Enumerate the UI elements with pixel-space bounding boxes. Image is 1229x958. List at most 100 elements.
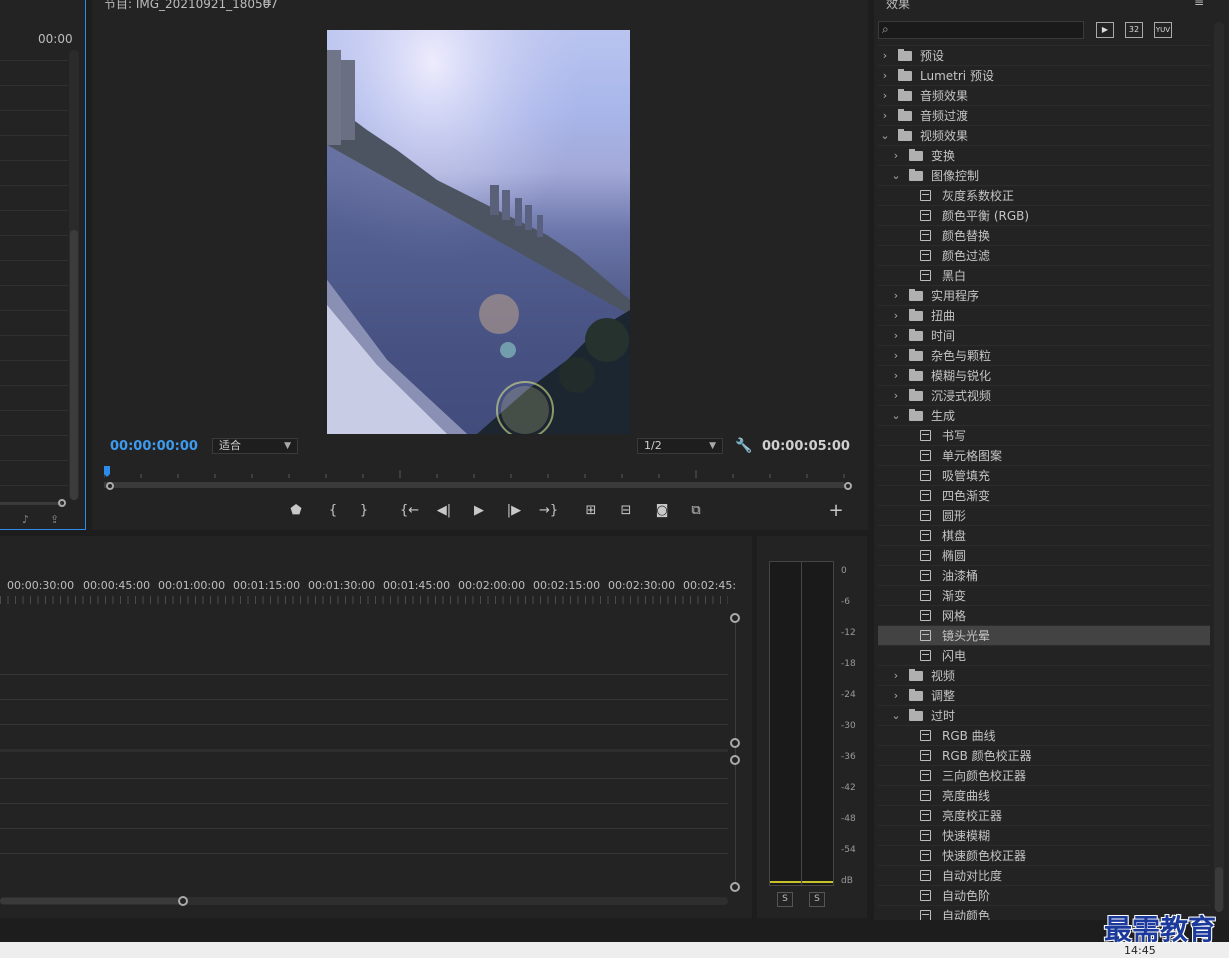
marker-icon[interactable]: ⬟ [287, 502, 305, 520]
hamburger-icon[interactable]: ≡ [1194, 0, 1204, 9]
chevron-down-icon[interactable]: ⌄ [880, 126, 890, 146]
effect-item[interactable]: 棋盘 [878, 525, 1210, 545]
effect-item[interactable]: 单元格图案 [878, 445, 1210, 465]
current-timecode[interactable]: 00:00:00:00 [110, 439, 198, 454]
effect-item[interactable]: 亮度校正器 [878, 805, 1210, 825]
effect-item[interactable]: RGB 颜色校正器 [878, 745, 1210, 765]
chevron-right-icon[interactable]: › [880, 86, 890, 106]
go-to-out-icon[interactable]: →} [539, 502, 558, 520]
effect-item[interactable]: 亮度曲线 [878, 785, 1210, 805]
scrollbar-thumb[interactable] [0, 898, 180, 904]
effect-item[interactable]: 四色渐变 [878, 485, 1210, 505]
scrub-start-handle[interactable] [106, 482, 114, 490]
effect-folder[interactable]: › 实用程序 [878, 285, 1210, 305]
camera-icon[interactable]: ◙ [653, 502, 671, 520]
insert-icon[interactable]: ⊞ [582, 502, 600, 520]
scrollbar-thumb[interactable] [70, 230, 78, 500]
effect-item[interactable]: 自动色阶 [878, 885, 1210, 905]
chevron-right-icon[interactable]: › [891, 146, 901, 166]
go-to-in-icon[interactable]: {← [400, 502, 419, 520]
chevron-right-icon[interactable]: › [880, 46, 890, 66]
chevron-down-icon[interactable]: ⌄ [891, 706, 901, 726]
effect-folder[interactable]: › Lumetri 预设 [878, 65, 1210, 85]
effect-folder[interactable]: › 音频效果 [878, 85, 1210, 105]
effect-item[interactable]: 圆形 [878, 505, 1210, 525]
solo-button-left[interactable]: S [777, 892, 793, 907]
scrub-end-handle[interactable] [844, 482, 852, 490]
effect-folder[interactable]: › 沉浸式视频 [878, 385, 1210, 405]
accelerated-effects-icon[interactable]: ▶ [1096, 22, 1114, 38]
overwrite-icon[interactable]: ⊟ [617, 502, 635, 520]
yuv-icon[interactable]: YUV [1154, 22, 1172, 38]
chevron-right-icon[interactable]: › [891, 326, 901, 346]
effect-item[interactable]: 颜色平衡 (RGB) [878, 205, 1210, 225]
effect-item[interactable]: 快速颜色校正器 [878, 845, 1210, 865]
effect-item[interactable]: 网格 [878, 605, 1210, 625]
chevron-right-icon[interactable]: › [891, 306, 901, 326]
chevron-right-icon[interactable]: › [891, 686, 901, 706]
fit-dropdown[interactable]: 适合 ▼ [212, 438, 298, 454]
effect-folder[interactable]: › 预设 [878, 45, 1210, 65]
32bit-icon[interactable]: 32 [1125, 22, 1143, 38]
zoom-handle[interactable] [178, 896, 188, 906]
effect-item[interactable]: RGB 曲线 [878, 725, 1210, 745]
monitor-time-ruler[interactable] [103, 466, 848, 488]
resolution-dropdown[interactable]: 1/2 ▼ [637, 438, 723, 454]
play-icon[interactable]: ▶ [470, 502, 488, 520]
effect-folder[interactable]: › 调整 [878, 685, 1210, 705]
effect-item[interactable]: 黑白 [878, 265, 1210, 285]
step-forward-icon[interactable]: |▶ [505, 502, 523, 520]
wrench-icon[interactable]: 🔧 [735, 438, 752, 454]
add-icon[interactable]: + [827, 502, 845, 520]
effect-item[interactable]: 油漆桶 [878, 565, 1210, 585]
compare-icon[interactable]: ⧉ [687, 502, 705, 520]
effect-item[interactable]: 镜头光晕 [878, 625, 1210, 645]
scroll-handle[interactable] [730, 755, 740, 765]
effects-search-input[interactable]: ⌕ [878, 21, 1084, 39]
effect-folder[interactable]: › 视频 [878, 665, 1210, 685]
effect-item[interactable]: 颜色过滤 [878, 245, 1210, 265]
effect-folder[interactable]: › 时间 [878, 325, 1210, 345]
scrollbar-thumb[interactable] [1215, 867, 1223, 912]
effect-folder[interactable]: › 扭曲 [878, 305, 1210, 325]
mark-in-icon[interactable]: { [324, 502, 342, 520]
chevron-down-icon[interactable]: ⌄ [891, 406, 901, 426]
scroll-handle[interactable] [730, 882, 740, 892]
effect-item[interactable]: 三向颜色校正器 [878, 765, 1210, 785]
effect-item[interactable]: 颜色替换 [878, 225, 1210, 245]
effect-folder[interactable]: › 杂色与颗粒 [878, 345, 1210, 365]
mark-out-icon[interactable]: } [355, 502, 373, 520]
effect-item[interactable]: 闪电 [878, 645, 1210, 665]
zoom-handle[interactable] [58, 499, 66, 507]
step-back-icon[interactable]: ◀| [435, 502, 453, 520]
effect-folder[interactable]: › 音频过渡 [878, 105, 1210, 125]
effect-item[interactable]: 椭圆 [878, 545, 1210, 565]
solo-button-right[interactable]: S [809, 892, 825, 907]
effect-item[interactable]: 灰度系数校正 [878, 185, 1210, 205]
vertical-scrollbar[interactable] [69, 50, 79, 500]
effect-folder[interactable]: ⌄ 生成 [878, 405, 1210, 425]
zoom-track[interactable] [0, 502, 62, 505]
effects-scrollbar[interactable] [1214, 22, 1224, 912]
scroll-handle[interactable] [730, 613, 740, 623]
chevron-right-icon[interactable]: › [880, 106, 890, 126]
hamburger-icon[interactable]: ≡ [262, 0, 272, 9]
audio-icon[interactable]: ♪ [22, 513, 29, 526]
effect-item[interactable]: 渐变 [878, 585, 1210, 605]
effect-folder[interactable]: › 模糊与锐化 [878, 365, 1210, 385]
chevron-down-icon[interactable]: ⌄ [891, 166, 901, 186]
effect-folder[interactable]: ⌄ 过时 [878, 705, 1210, 725]
chevron-right-icon[interactable]: › [891, 346, 901, 366]
effect-item[interactable]: 书写 [878, 425, 1210, 445]
scroll-handle[interactable] [730, 738, 740, 748]
effect-folder[interactable]: › 变换 [878, 145, 1210, 165]
chevron-right-icon[interactable]: › [891, 666, 901, 686]
export-icon[interactable]: ⇪ [50, 513, 59, 526]
effect-item[interactable]: 自动对比度 [878, 865, 1210, 885]
effect-item[interactable]: 吸管填充 [878, 465, 1210, 485]
chevron-right-icon[interactable]: › [891, 366, 901, 386]
chevron-right-icon[interactable]: › [891, 386, 901, 406]
chevron-right-icon[interactable]: › [891, 286, 901, 306]
effect-folder[interactable]: ⌄ 图像控制 [878, 165, 1210, 185]
effect-folder[interactable]: ⌄ 视频效果 [878, 125, 1210, 145]
